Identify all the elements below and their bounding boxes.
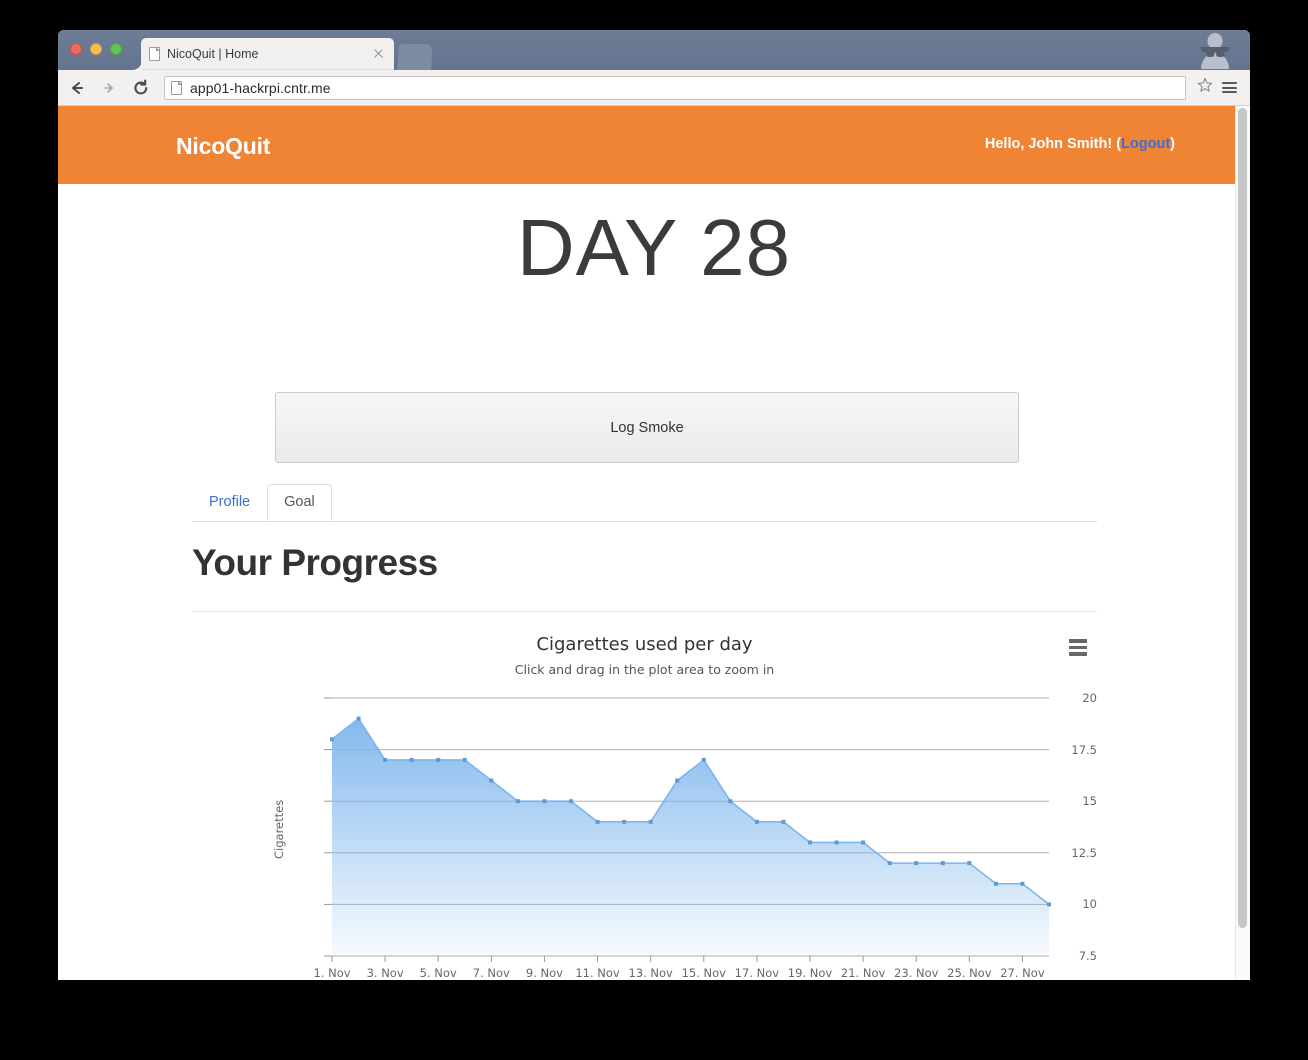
chart-data-point — [914, 861, 919, 866]
section-divider — [192, 611, 1097, 612]
page-scrollbar[interactable] — [1235, 106, 1250, 979]
chart-data-point — [542, 799, 547, 804]
y-axis-tick-label: 12.5 — [1071, 845, 1097, 860]
y-axis-tick-label: 17.5 — [1071, 742, 1097, 757]
chart-data-point — [462, 757, 467, 762]
window-minimize-button[interactable] — [90, 43, 102, 55]
reload-icon[interactable] — [128, 75, 154, 101]
chart-data-point — [409, 757, 414, 762]
chart-data-point — [569, 799, 573, 804]
section-heading: Your Progress — [192, 542, 438, 583]
back-arrow-icon[interactable] — [64, 75, 90, 101]
chart-plot-area[interactable]: 7.5 10 12.5 15 17.5 20 Cigarettes 1. Nov 3. Nov 5… — [192, 624, 1097, 979]
browser-tab[interactable]: NicoQuit | Home — [132, 38, 394, 70]
chart-data-point — [675, 778, 680, 783]
window-close-button[interactable] — [70, 43, 82, 55]
site-navbar: NicoQuit Hello, John Smith! (Logout) — [58, 106, 1250, 184]
x-axis-tick-label: 13. Nov — [628, 966, 673, 979]
x-axis-tick-label: 15. Nov — [681, 966, 726, 979]
page-favicon-icon — [149, 47, 160, 61]
chart-data-point — [436, 757, 441, 762]
chart-area-fill — [332, 718, 1049, 956]
page-info-icon — [171, 80, 182, 95]
x-axis-tick-label: 17. Nov — [734, 966, 780, 979]
chart-data-point — [728, 799, 733, 804]
page-title: DAY 28 — [516, 203, 792, 292]
page-tabs: Profile Goal — [192, 484, 1097, 522]
y-axis-tick-label: 7.5 — [1078, 949, 1097, 963]
scrollbar-thumb[interactable] — [1238, 108, 1247, 928]
tab-profile[interactable]: Profile — [192, 484, 267, 521]
chart-data-point — [648, 819, 653, 824]
chart-data-point — [701, 757, 706, 762]
chart-data-point — [622, 819, 627, 824]
x-axis-tick-label: 9. Nov — [525, 966, 563, 979]
chart-data-point — [1020, 881, 1025, 886]
x-axis-tick-label: 11. Nov — [575, 966, 620, 979]
new-tab-button[interactable] — [397, 44, 433, 70]
chart-data-point — [861, 840, 866, 845]
y-axis-tick-label: 10 — [1082, 897, 1097, 912]
x-axis-tick-label: 23. Nov — [894, 966, 939, 979]
x-axis-tick-label: 27. Nov — [1000, 966, 1045, 979]
incognito-icon[interactable] — [1194, 32, 1236, 70]
chart-data-point — [993, 881, 998, 886]
cigarettes-chart[interactable]: Cigarettes used per day Click and drag i… — [192, 624, 1097, 979]
browser-toolbar: app01-hackrpi.cntr.me — [58, 70, 1250, 106]
chart-data-point — [330, 737, 334, 742]
chart-data-point — [515, 799, 520, 804]
logout-link[interactable]: Logout — [1121, 136, 1170, 152]
chart-data-point — [834, 840, 839, 845]
chart-data-point — [887, 861, 892, 866]
chart-data-point — [754, 819, 759, 824]
chart-data-point — [940, 861, 945, 866]
y-axis-tick-label: 15 — [1082, 794, 1097, 809]
chart-data-point — [967, 861, 972, 866]
chart-data-point — [489, 778, 494, 783]
browser-tab-strip: NicoQuit | Home — [58, 30, 1250, 70]
greeting-suffix: ) — [1170, 136, 1175, 152]
hamburger-menu-icon[interactable] — [1216, 79, 1242, 95]
x-axis-tick-label: 3. Nov — [366, 966, 404, 979]
x-axis-tick-label: 21. Nov — [840, 966, 886, 979]
chart-data-point — [383, 757, 388, 762]
log-smoke-button[interactable]: Log Smoke — [275, 392, 1019, 463]
page-content: DAY 28 Log Smoke Profile Goal Your Progre… — [58, 184, 1250, 979]
x-axis-tick-label: 5. Nov — [419, 966, 457, 979]
address-bar-url: app01-hackrpi.cntr.me — [190, 79, 331, 96]
y-axis-title: Cigarettes — [272, 799, 286, 859]
browser-window: NicoQuit | Home app01-hackrpi.cntr.me Ni… — [58, 30, 1250, 980]
bookmark-star-icon[interactable] — [1194, 77, 1216, 98]
x-axis-tick-label: 1. Nov — [313, 966, 351, 979]
window-maximize-button[interactable] — [110, 43, 122, 55]
x-axis-tick-label: 19. Nov — [787, 966, 833, 979]
page-viewport: NicoQuit Hello, John Smith! (Logout) DAY… — [58, 106, 1250, 979]
chart-data-point — [781, 819, 786, 824]
site-brand[interactable]: NicoQuit — [176, 133, 270, 160]
forward-arrow-icon[interactable] — [96, 75, 122, 101]
close-icon[interactable] — [372, 47, 386, 61]
chart-data-point — [595, 819, 600, 824]
x-axis-tick-label: 7. Nov — [472, 966, 510, 979]
address-bar[interactable]: app01-hackrpi.cntr.me — [164, 75, 1186, 100]
browser-tab-title: NicoQuit | Home — [167, 47, 259, 61]
tab-goal[interactable]: Goal — [267, 484, 332, 522]
greeting-prefix: Hello, John Smith! ( — [984, 136, 1122, 152]
user-greeting: Hello, John Smith! (Logout) — [985, 136, 1175, 152]
chart-data-point — [808, 840, 812, 845]
chart-data-point — [356, 716, 361, 721]
chart-svg — [324, 697, 1051, 962]
x-axis-tick-label: 25. Nov — [947, 966, 992, 979]
y-axis-tick-label: 20 — [1082, 691, 1097, 705]
